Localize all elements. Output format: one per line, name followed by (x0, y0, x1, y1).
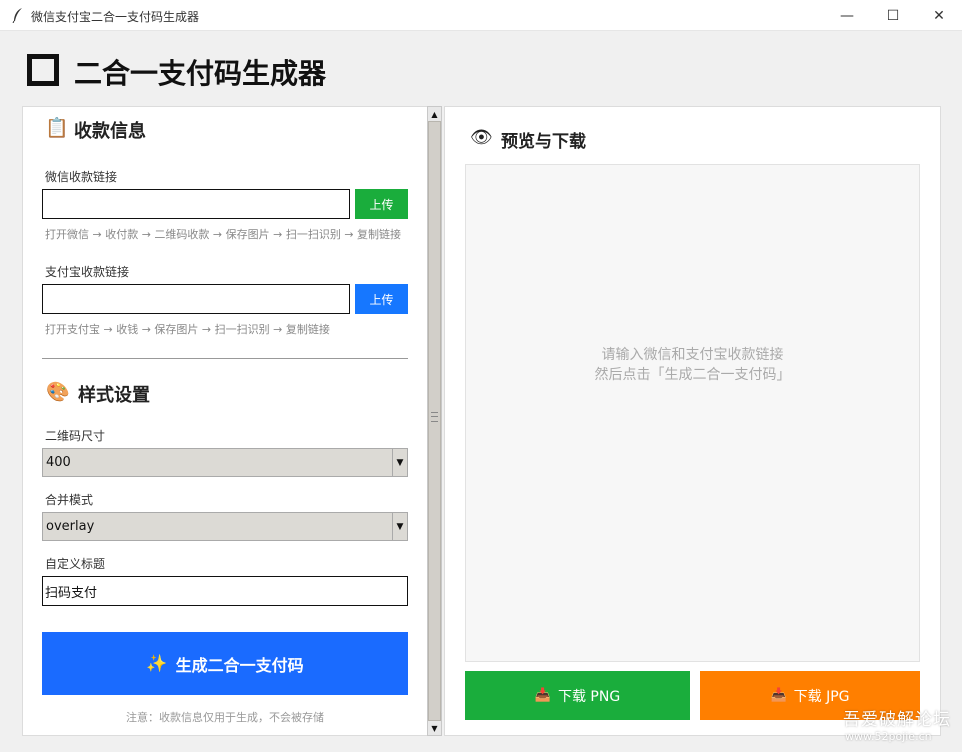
download-icon: 📥 (534, 688, 551, 703)
window-title: 微信支付宝二合一支付码生成器 (31, 10, 200, 24)
chevron-down-icon[interactable]: ▼ (392, 449, 407, 476)
clipboard-icon: 📋 (45, 117, 69, 139)
style-section-title: 样式设置 (78, 385, 150, 406)
download-png-label: 下载 PNG (557, 688, 621, 705)
qr-size-select[interactable]: 400 ▼ (42, 448, 408, 477)
preview-canvas (465, 164, 920, 662)
alipay-upload-button[interactable]: 上传 (355, 284, 408, 314)
scrollbar-grip-line (431, 416, 438, 417)
custom-title-label: 自定义标题 (45, 557, 106, 571)
feather-app-icon (12, 8, 22, 23)
payment-section-title: 收款信息 (74, 121, 146, 142)
minimize-button[interactable]: — (824, 0, 870, 31)
qr-size-label: 二维码尺寸 (45, 429, 106, 443)
wechat-link-label: 微信收款链接 (45, 170, 118, 184)
merge-mode-value: overlay (46, 519, 95, 534)
watermark-url: www.52pojie.cn (845, 730, 932, 743)
scroll-down-button[interactable]: ▼ (428, 721, 441, 735)
section-divider (42, 358, 408, 359)
generate-button[interactable]: ✨ 生成二合一支付码 (42, 632, 408, 695)
close-button[interactable]: ✕ (916, 0, 962, 31)
download-icon: 📥 (770, 688, 787, 703)
alipay-link-input[interactable] (42, 284, 350, 314)
custom-title-input[interactable]: 扫码支付 (42, 576, 408, 606)
app-heading: 二合一支付码生成器 (74, 57, 327, 90)
generate-label: 生成二合一支付码 (175, 655, 304, 675)
scroll-up-button[interactable]: ▲ (428, 107, 441, 121)
palette-icon: 🎨 (46, 381, 70, 403)
eye-icon: 👁 (470, 127, 493, 148)
preview-placeholder: 请输入微信和支付宝收款链接 然后点击「生成二合一支付码」 (465, 345, 920, 385)
watermark-text: 吾爱破解论坛 (843, 710, 951, 730)
alipay-hint: 打开支付宝 → 收钱 → 保存图片 → 扫一扫识别 → 复制链接 (45, 323, 330, 336)
download-png-button[interactable]: 📥 下载 PNG (465, 671, 690, 720)
wechat-upload-button[interactable]: 上传 (355, 189, 408, 219)
placeholder-line-2: 然后点击「生成二合一支付码」 (594, 367, 791, 383)
wechat-hint: 打开微信 → 收付款 → 二维码收款 → 保存图片 → 扫一扫识别 → 复制链接 (45, 228, 402, 241)
placeholder-line-1: 请输入微信和支付宝收款链接 (601, 347, 784, 363)
sparkle-icon: ✨ (146, 653, 168, 674)
alipay-link-label: 支付宝收款链接 (45, 265, 130, 279)
scrollbar-grip (431, 412, 438, 422)
privacy-note: 注意：收款信息仅用于生成，不会被存储 (126, 711, 324, 724)
maximize-button[interactable]: ☐ (870, 0, 916, 31)
wechat-link-input[interactable] (42, 189, 350, 219)
square-logo-icon (27, 54, 59, 86)
chevron-down-icon[interactable]: ▼ (392, 513, 407, 540)
download-jpg-label: 下载 JPG (793, 688, 850, 705)
preview-section-title: 预览与下载 (501, 132, 586, 152)
merge-mode-select[interactable]: overlay ▼ (42, 512, 408, 541)
qr-size-value: 400 (46, 455, 71, 470)
merge-mode-label: 合并模式 (45, 493, 94, 507)
